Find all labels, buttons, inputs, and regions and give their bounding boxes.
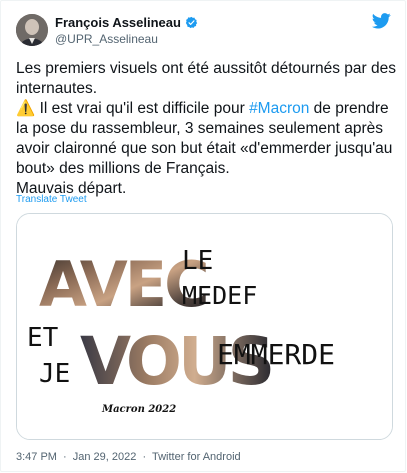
verified-badge-icon (185, 16, 198, 29)
poster-word-je: JE (39, 359, 70, 389)
poster-word-le: LE (182, 246, 213, 276)
meta-separator: · (63, 451, 67, 463)
meta-separator-2: · (142, 451, 147, 463)
poster-word-emmerde: EMMERDE (217, 338, 335, 371)
poster-word-et: ET (27, 323, 59, 353)
tweet-line-2: ⚠️ Il est vrai qu'il est difficile pour … (16, 99, 396, 179)
tweet-source[interactable]: Twitter for Android (152, 451, 241, 463)
twitter-bird-icon[interactable] (372, 13, 391, 29)
tweet-time[interactable]: 3:47 PM (16, 451, 57, 463)
avatar[interactable] (16, 14, 48, 46)
translate-tweet-link[interactable]: Translate Tweet (16, 194, 87, 205)
hashtag-link[interactable]: #Macron (249, 100, 309, 117)
warning-icon: ⚠️ (16, 100, 36, 117)
tweet-date[interactable]: Jan 29, 2022 (73, 451, 137, 463)
tweet-image[interactable]: AVEC LE MEDEF ET JE VOUS EMMERDE Macron … (16, 213, 393, 440)
poster-signature: Macron 2022 (101, 404, 176, 415)
tweet-line-1: Les premiers visuels ont été aussitôt dé… (16, 60, 396, 97)
tweet-meta: 3:47 PM · Jan 29, 2022 · Twitter for And… (16, 451, 244, 463)
tweet-card: François Asselineau @UPR_Asselineau Les … (0, 0, 406, 472)
author-handle[interactable]: @UPR_Asselineau (55, 32, 158, 46)
poster-word-medef: MEDEF (182, 281, 257, 310)
tweet-text: Les premiers visuels ont été aussitôt dé… (16, 59, 396, 199)
tweet-line-2-before: Il est vrai qu'il est difficile pour (35, 100, 250, 117)
author-name[interactable]: François Asselineau (55, 15, 181, 30)
